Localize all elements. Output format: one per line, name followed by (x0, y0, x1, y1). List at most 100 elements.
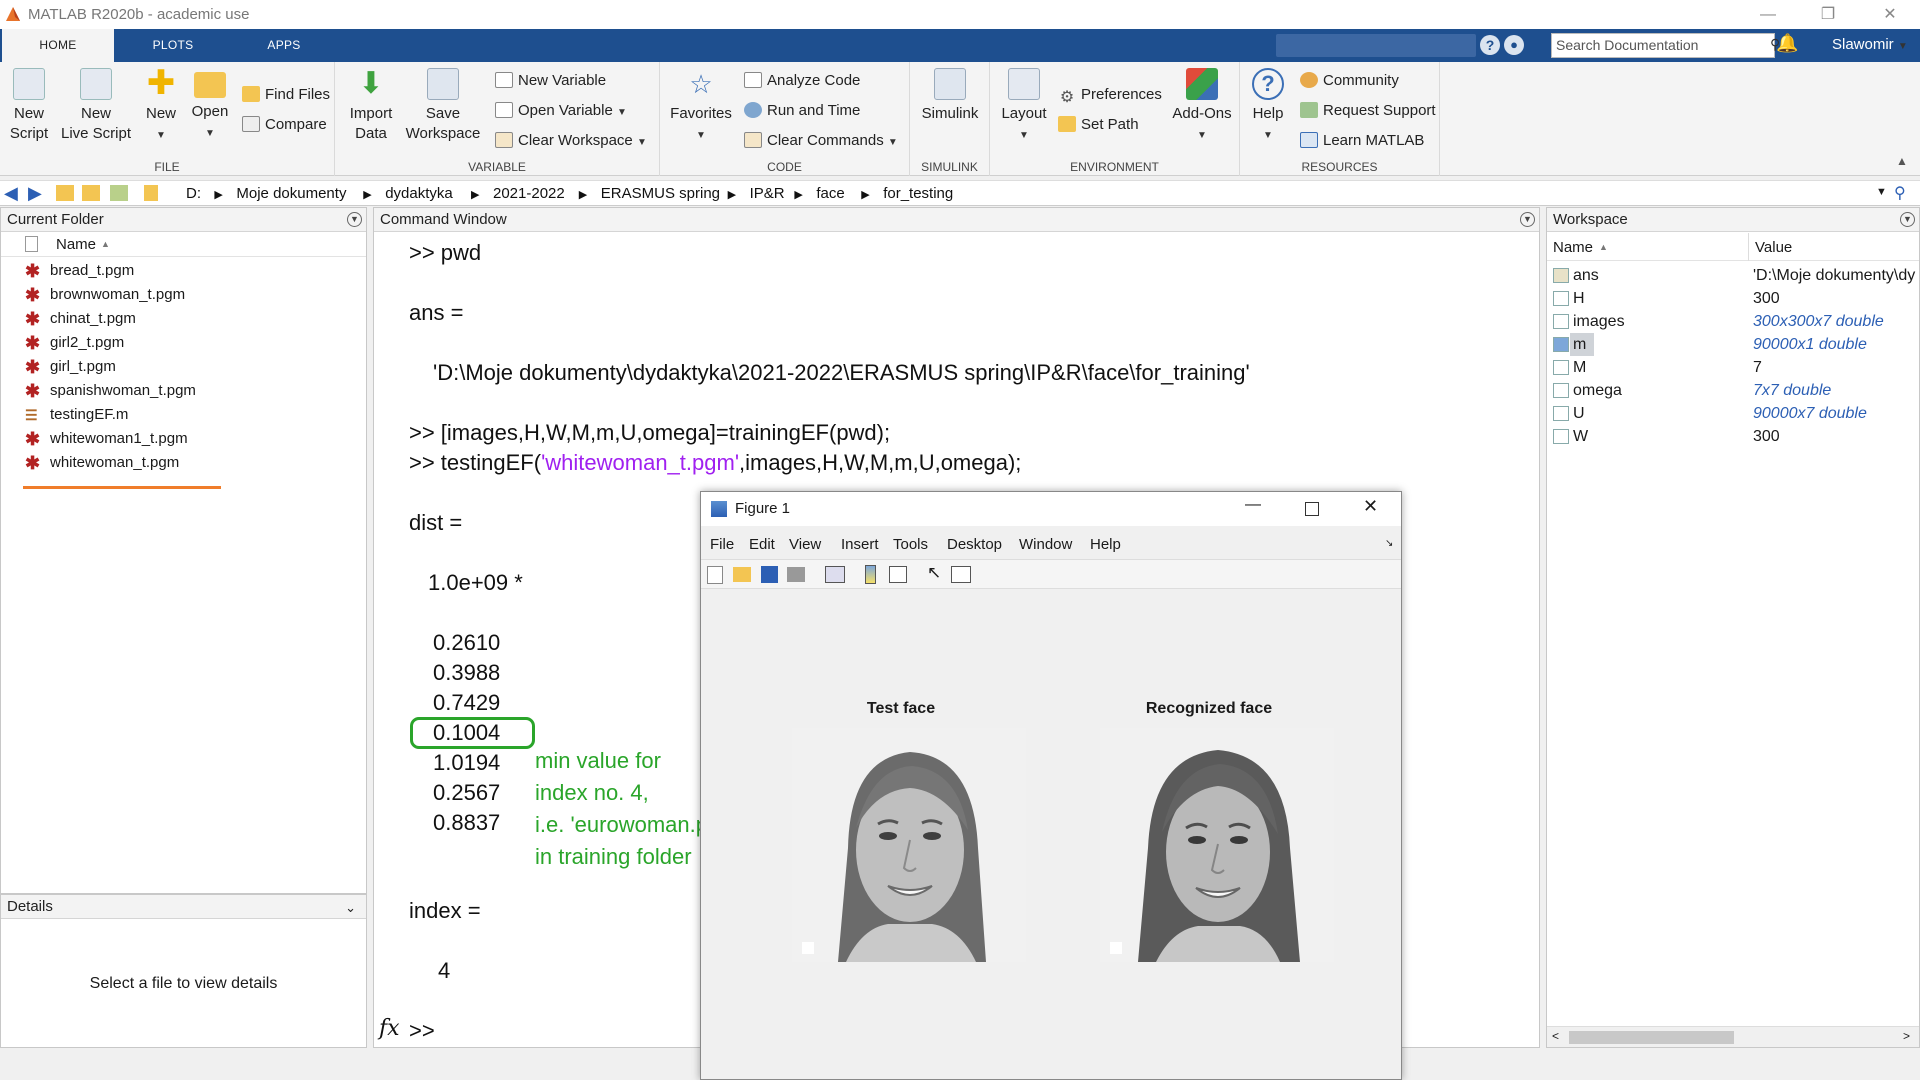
link-plot-icon[interactable] (825, 566, 845, 583)
breadcrumb-separator-icon[interactable]: ▶ (363, 188, 371, 201)
find-files-button[interactable]: Find Files (242, 84, 330, 106)
breadcrumb-item[interactable]: 2021-2022 (493, 185, 565, 202)
browse-folder-icon[interactable] (82, 185, 100, 201)
file-item[interactable]: girl_t.pgm (50, 356, 116, 378)
figure-menu-item[interactable]: Help (1090, 536, 1121, 553)
expand-chevron-icon[interactable]: ⌄ (345, 896, 356, 919)
fx-icon[interactable]: fx (379, 1016, 400, 1041)
tab-apps[interactable]: APPS (232, 29, 336, 62)
scrollbar-thumb[interactable] (1569, 1031, 1734, 1044)
help-icon[interactable]: ? (1480, 35, 1500, 55)
breadcrumb-separator-icon[interactable]: ▶ (214, 188, 222, 201)
favorites-button[interactable]: ☆ Favorites ▼ (670, 68, 732, 146)
import-data-button[interactable]: ⬇ Import Data (345, 68, 397, 144)
open-button[interactable]: Open ▼ (190, 68, 230, 144)
layout-button[interactable]: Layout ▼ (998, 68, 1050, 146)
figure-menu-item[interactable]: Tools (893, 536, 928, 553)
figure-maximize-button[interactable] (1305, 502, 1319, 516)
horizontal-scrollbar[interactable]: < > (1547, 1026, 1919, 1047)
breadcrumb-item[interactable]: face (816, 185, 844, 202)
request-support-button[interactable]: Request Support (1300, 100, 1436, 122)
figure-title-bar[interactable]: Figure 1 — ✕ (701, 492, 1401, 526)
workspace-variable-row[interactable]: U 90000x7 double (1547, 402, 1919, 425)
breadcrumb-separator-icon[interactable]: ▶ (794, 188, 802, 201)
collapse-ribbon-icon[interactable]: ▲ (1896, 154, 1908, 168)
open-variable-button[interactable]: Open Variable ▼ (495, 100, 627, 122)
workspace-variable-row[interactable]: M7 (1547, 356, 1919, 379)
breadcrumb-separator-icon[interactable]: ▶ (728, 188, 736, 201)
new-button[interactable]: ✚ New ▼ (142, 66, 180, 146)
dock-arrow-icon[interactable]: ↘ (1385, 538, 1393, 549)
save-icon[interactable] (761, 566, 778, 583)
figure-close-button[interactable]: ✕ (1363, 496, 1378, 517)
preferences-button[interactable]: ⚙ Preferences (1058, 84, 1162, 106)
figure-menu-item[interactable]: File (710, 536, 734, 553)
restore-button[interactable]: ❐ (1800, 0, 1856, 29)
run-and-time-button[interactable]: Run and Time (744, 100, 860, 122)
save-workspace-button[interactable]: Save Workspace (405, 68, 481, 144)
command-prompt[interactable]: >> (409, 1018, 435, 1044)
figure-menu-item[interactable]: View (789, 536, 821, 553)
file-item[interactable]: brownwoman_t.pgm (50, 284, 185, 306)
new-figure-icon[interactable] (707, 566, 723, 584)
workspace-column-header[interactable]: Name ▲ Value (1547, 233, 1919, 261)
workspace-variable-row[interactable]: H 300 (1547, 287, 1919, 310)
open-file-icon[interactable] (733, 567, 751, 582)
workspace-variable-row[interactable]: omega 7x7 double (1547, 379, 1919, 402)
open-folder-icon[interactable] (110, 185, 128, 201)
figure-menu-item[interactable]: Edit (749, 536, 775, 553)
scroll-left-icon[interactable]: < (1552, 1029, 1559, 1043)
close-button[interactable]: ✕ (1862, 0, 1918, 29)
simulink-button[interactable]: Simulink (918, 68, 982, 124)
figure-menu-item[interactable]: Desktop (947, 536, 1002, 553)
panel-menu-icon[interactable]: ▼ (1900, 212, 1915, 227)
name-column-header[interactable]: Name (1553, 239, 1593, 256)
clear-workspace-button[interactable]: Clear Workspace ▼ (495, 130, 647, 152)
compare-button[interactable]: Compare (242, 114, 327, 136)
breadcrumb-separator-icon[interactable]: ▶ (861, 188, 869, 201)
breadcrumb-item[interactable]: Moje dokumenty (236, 185, 346, 202)
figure-window[interactable]: Figure 1 — ✕ File Edit View Insert Tools Desk… (700, 491, 1402, 1080)
breadcrumb-separator-icon[interactable]: ▶ (471, 188, 479, 201)
pointer-icon[interactable]: ↖ (927, 563, 941, 583)
quick-access-toolbar[interactable] (1276, 34, 1476, 57)
tab-home[interactable]: HOME (2, 29, 114, 62)
breadcrumb-separator-icon[interactable]: ▶ (579, 188, 587, 201)
minimize-button[interactable]: — (1740, 0, 1796, 29)
new-variable-button[interactable]: New Variable (495, 70, 606, 92)
options-icon[interactable]: ● (1504, 35, 1524, 55)
file-item[interactable]: chinat_t.pgm (50, 308, 136, 330)
panel-menu-icon[interactable]: ▼ (347, 212, 362, 227)
breadcrumb-item[interactable]: ERASMUS spring (601, 185, 720, 202)
file-item[interactable]: girl2_t.pgm (50, 332, 124, 354)
forward-icon[interactable]: ▶ (28, 183, 42, 204)
workspace-variable-row[interactable]: W 300 (1547, 425, 1919, 448)
print-icon[interactable] (787, 567, 805, 582)
workspace-variable-row[interactable]: images 300x300x7 double (1547, 310, 1919, 333)
clear-commands-button[interactable]: Clear Commands ▼ (744, 130, 898, 152)
search-icon[interactable]: ⚲ (1770, 36, 1780, 53)
search-documentation-input[interactable]: Search Documentation (1551, 33, 1775, 58)
set-path-button[interactable]: Set Path (1058, 114, 1139, 136)
search-folder-icon[interactable]: ⚲ (1894, 183, 1906, 203)
breadcrumb-item[interactable]: for_testing (883, 185, 953, 202)
learn-matlab-button[interactable]: Learn MATLAB (1300, 130, 1424, 152)
figure-minimize-button[interactable]: — (1245, 496, 1261, 514)
new-live-script-button[interactable]: New Live Script (58, 68, 134, 144)
panel-menu-icon[interactable]: ▼ (1520, 212, 1535, 227)
workspace-variable-row[interactable]: m 90000x1 double (1547, 333, 1919, 356)
file-item[interactable]: bread_t.pgm (50, 260, 134, 282)
legend-icon[interactable] (889, 566, 907, 583)
analyze-code-button[interactable]: Analyze Code (744, 70, 860, 92)
figure-menu-item[interactable]: Insert (841, 536, 879, 553)
up-folder-icon[interactable] (56, 185, 74, 201)
folder-column-header[interactable]: Name ▲ (1, 233, 366, 257)
add-ons-button[interactable]: Add-Ons ▼ (1170, 68, 1234, 146)
tab-plots[interactable]: PLOTS (120, 29, 226, 62)
file-item[interactable]: whitewoman_t.pgm (50, 452, 179, 474)
figure-menu-item[interactable]: Window (1019, 536, 1072, 553)
workspace-variable-row[interactable]: ans 'D:\Moje dokumenty\dy (1547, 264, 1919, 287)
breadcrumb-item[interactable]: D: (186, 185, 201, 202)
file-item[interactable]: whitewoman1_t.pgm (50, 428, 188, 450)
file-item[interactable]: spanishwoman_t.pgm (50, 380, 196, 402)
